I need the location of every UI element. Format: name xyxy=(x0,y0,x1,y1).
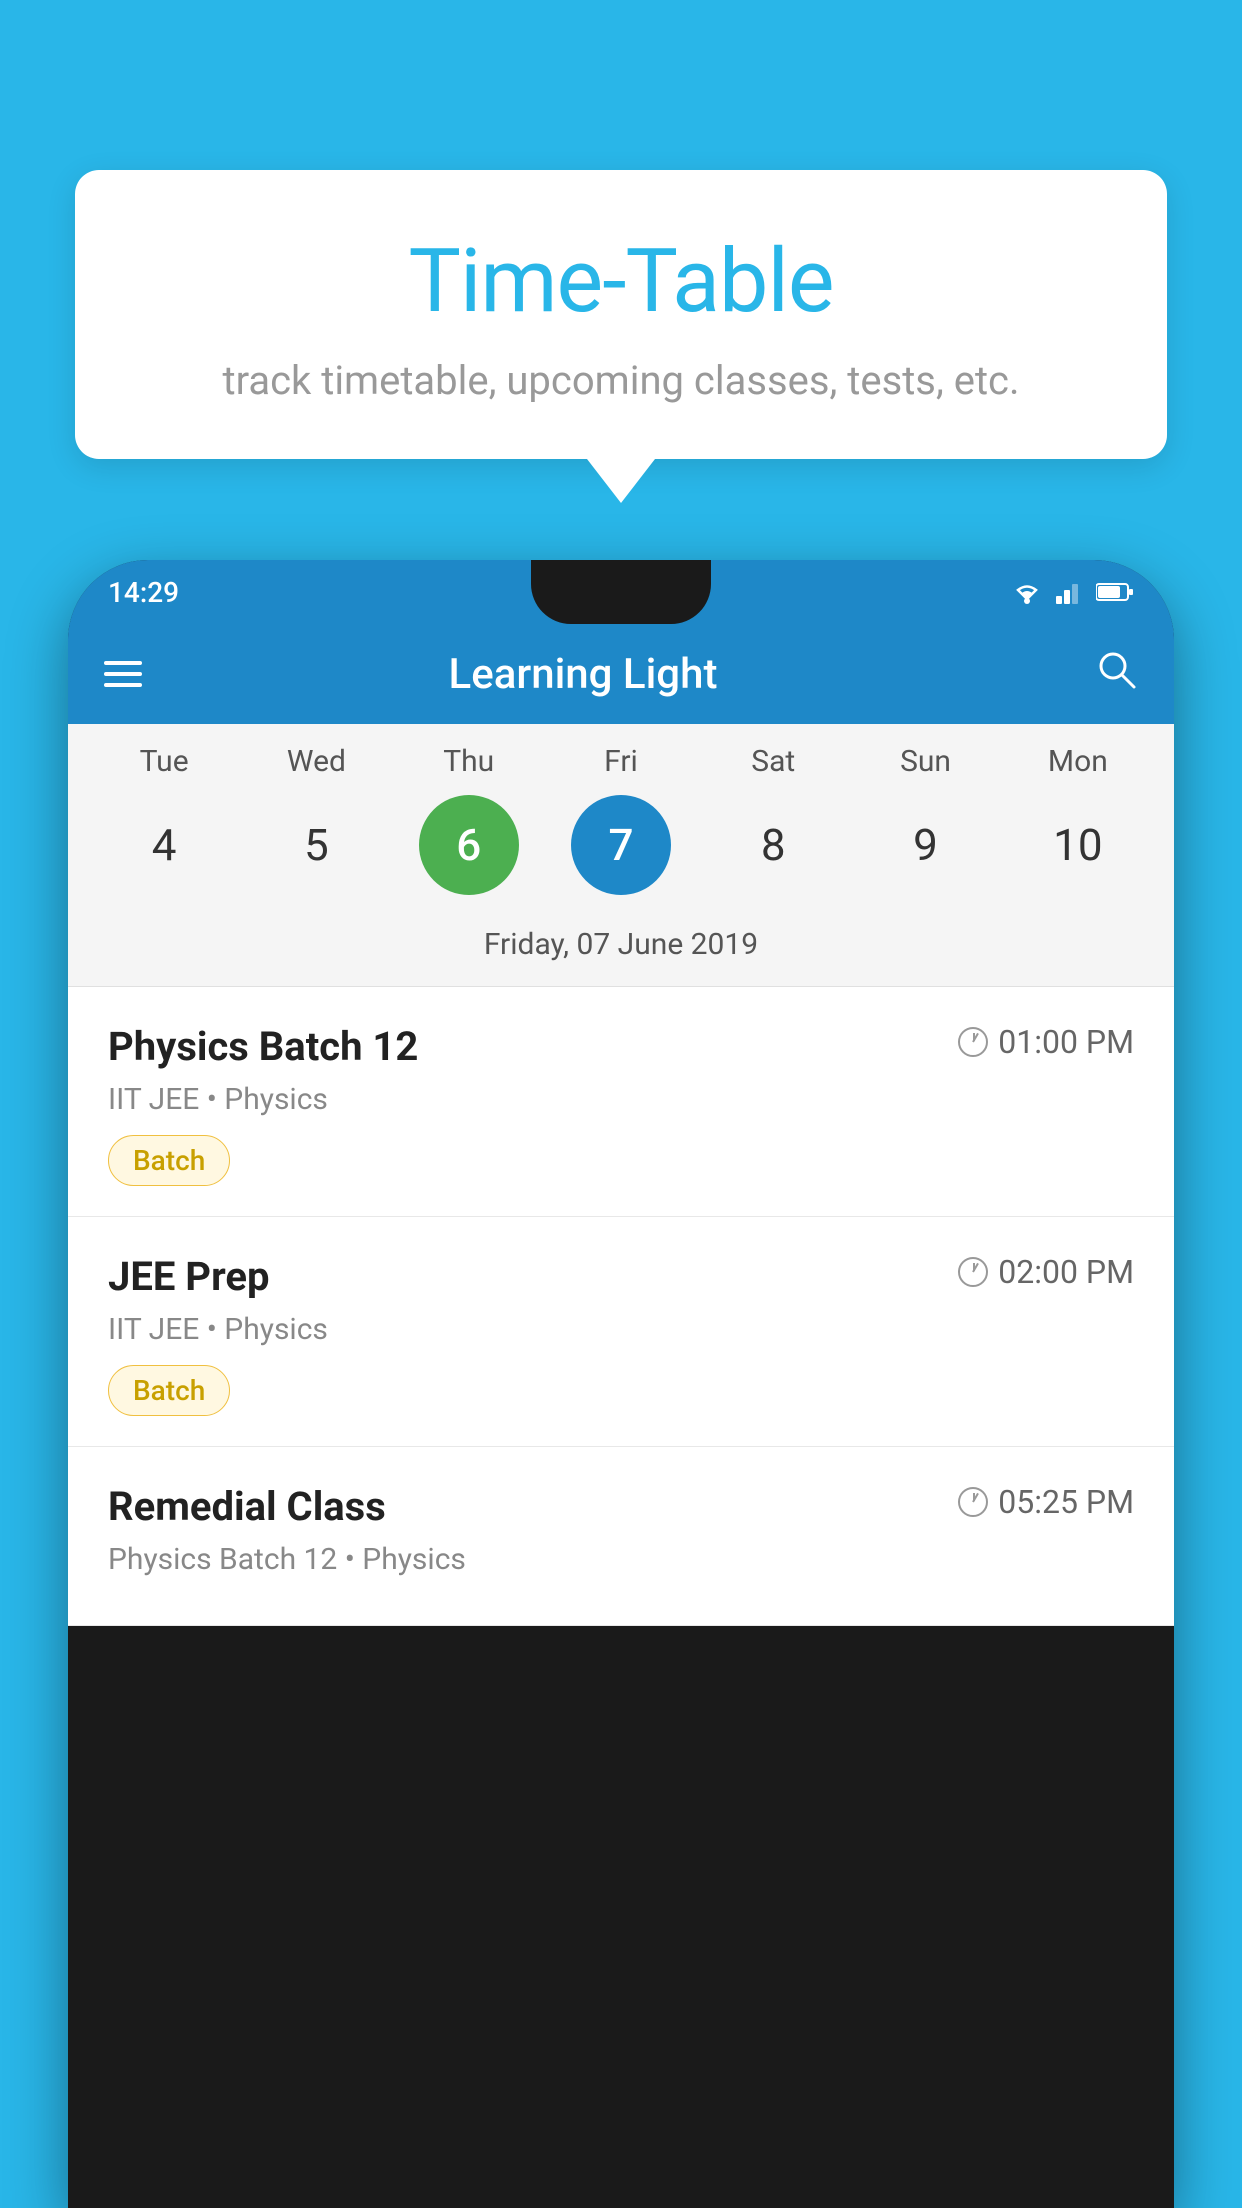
date-7-selected[interactable]: 7 xyxy=(571,795,671,895)
class-meta: IIT JEE • Physics xyxy=(108,1082,1134,1117)
status-time: 14:29 xyxy=(108,576,179,609)
clock-icon xyxy=(958,1257,988,1287)
calendar-days-header: Tue Wed Thu Fri Sat Sun Mon xyxy=(68,744,1174,779)
signal-icon xyxy=(1056,580,1084,604)
classes-list: Physics Batch 12 01:00 PM IIT JEE • Phys… xyxy=(68,987,1174,1626)
date-6-today[interactable]: 6 xyxy=(419,795,519,895)
class-item-jee-prep[interactable]: JEE Prep 02:00 PM IIT JEE • Physics Batc… xyxy=(68,1217,1174,1447)
search-button[interactable] xyxy=(1094,647,1138,702)
class-name: Remedial Class xyxy=(108,1483,386,1530)
class-name: Physics Batch 12 xyxy=(108,1023,418,1070)
day-mon: Mon xyxy=(1028,744,1128,779)
phone-frame: 14:29 xyxy=(68,560,1174,2208)
class-item-header: JEE Prep 02:00 PM xyxy=(108,1253,1134,1300)
day-sat: Sat xyxy=(723,744,823,779)
date-8[interactable]: 8 xyxy=(723,795,823,895)
day-thu: Thu xyxy=(419,744,519,779)
wifi-icon xyxy=(1010,579,1044,605)
class-meta: IIT JEE • Physics xyxy=(108,1312,1134,1347)
status-icons xyxy=(1010,579,1134,605)
battery-icon xyxy=(1096,582,1134,602)
selected-date-label: Friday, 07 June 2019 xyxy=(68,911,1174,987)
date-4[interactable]: 4 xyxy=(114,795,214,895)
class-meta: Physics Batch 12 • Physics xyxy=(108,1542,1134,1577)
tooltip-card: Time-Table track timetable, upcoming cla… xyxy=(75,170,1167,459)
batch-badge: Batch xyxy=(108,1135,230,1186)
class-item-physics-batch-12[interactable]: Physics Batch 12 01:00 PM IIT JEE • Phys… xyxy=(68,987,1174,1217)
class-time: 05:25 PM xyxy=(958,1483,1134,1521)
inner-screen: 14:29 xyxy=(68,560,1174,1626)
time-value: 05:25 PM xyxy=(998,1483,1134,1521)
clock-icon xyxy=(958,1027,988,1057)
class-time: 02:00 PM xyxy=(958,1253,1134,1291)
time-value: 02:00 PM xyxy=(998,1253,1134,1291)
batch-badge: Batch xyxy=(108,1365,230,1416)
app-title: Learning Light xyxy=(174,650,1062,699)
day-fri: Fri xyxy=(571,744,671,779)
class-name: JEE Prep xyxy=(108,1253,269,1300)
date-9[interactable]: 9 xyxy=(876,795,976,895)
day-wed: Wed xyxy=(266,744,366,779)
day-sun: Sun xyxy=(876,744,976,779)
date-5[interactable]: 5 xyxy=(266,795,366,895)
time-value: 01:00 PM xyxy=(998,1023,1134,1061)
hamburger-menu-button[interactable] xyxy=(104,661,142,687)
class-time: 01:00 PM xyxy=(958,1023,1134,1061)
calendar-dates: 4 5 6 7 8 9 10 xyxy=(68,795,1174,895)
calendar-strip: Tue Wed Thu Fri Sat Sun Mon 4 5 6 7 8 9 … xyxy=(68,724,1174,987)
status-bar: 14:29 xyxy=(68,560,1174,624)
date-10[interactable]: 10 xyxy=(1028,795,1128,895)
app-bar: Learning Light xyxy=(68,624,1174,724)
class-item-header: Physics Batch 12 01:00 PM xyxy=(108,1023,1134,1070)
day-tue: Tue xyxy=(114,744,214,779)
clock-icon xyxy=(958,1487,988,1517)
class-item-header: Remedial Class 05:25 PM xyxy=(108,1483,1134,1530)
tooltip-title: Time-Table xyxy=(125,230,1117,333)
class-item-remedial[interactable]: Remedial Class 05:25 PM Physics Batch 12… xyxy=(68,1447,1174,1626)
tooltip-subtitle: track timetable, upcoming classes, tests… xyxy=(125,357,1117,404)
